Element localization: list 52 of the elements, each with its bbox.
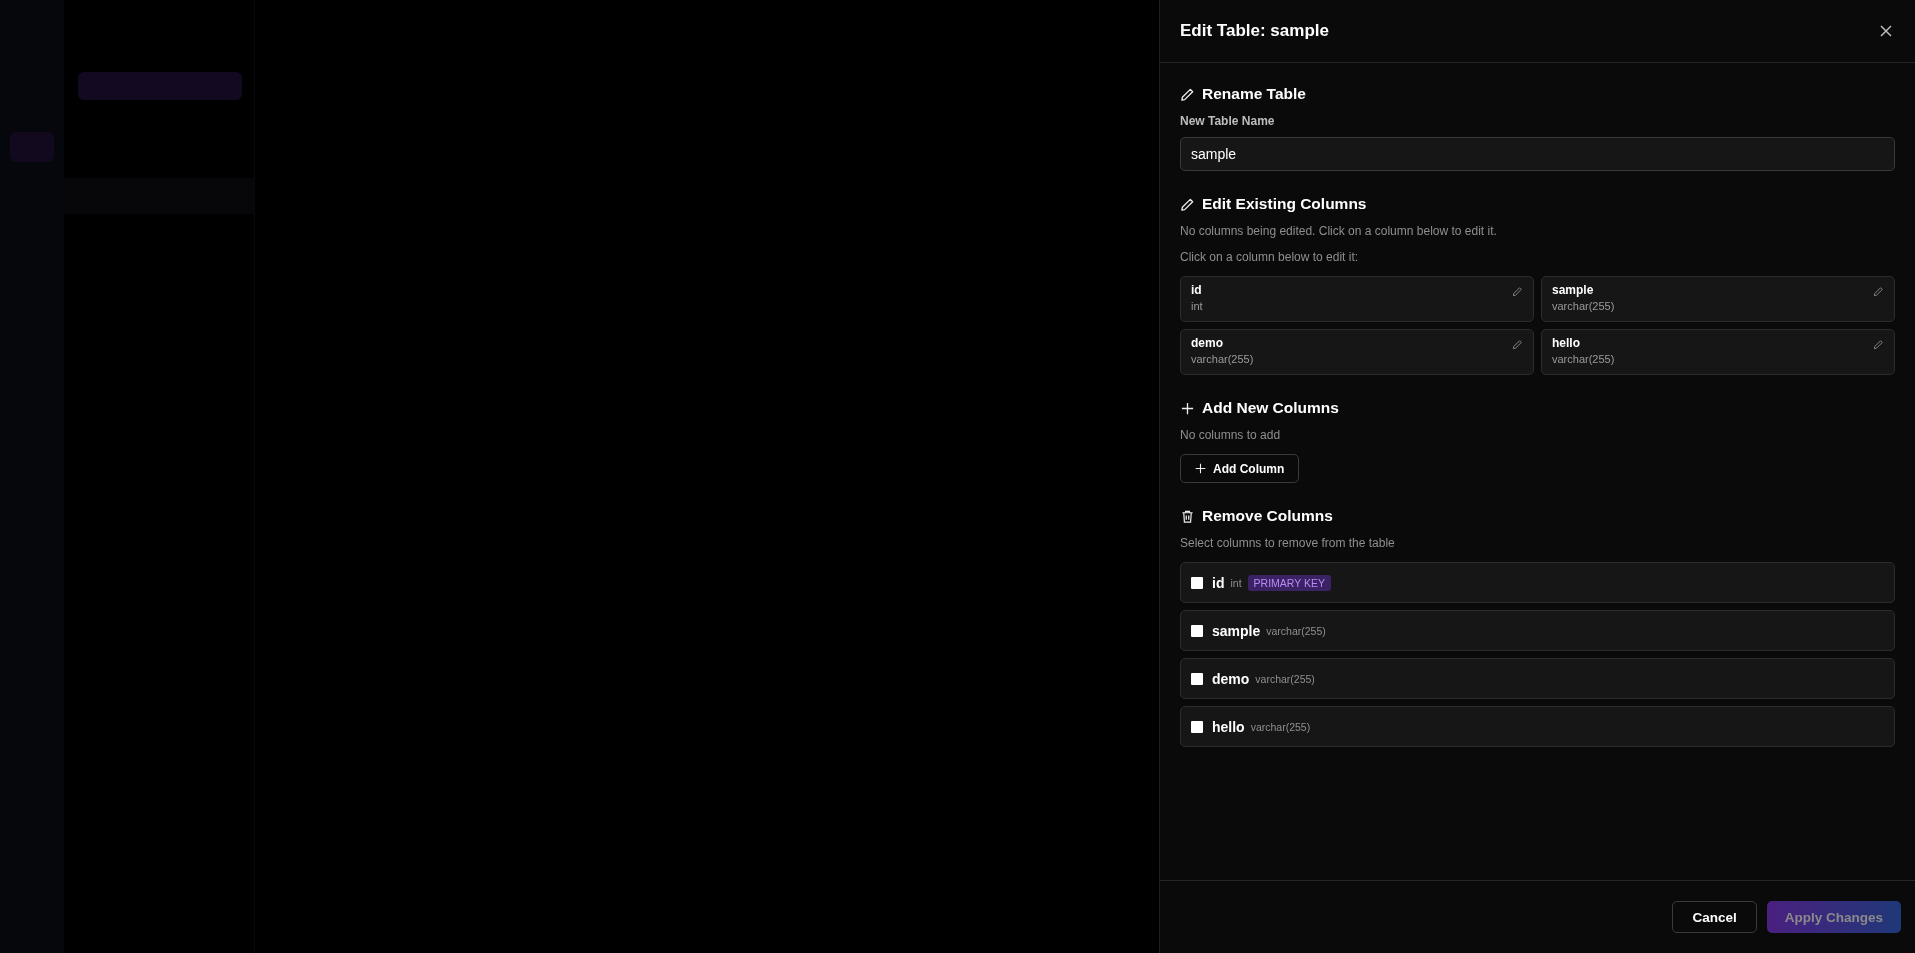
column-name: sample <box>1212 622 1261 639</box>
column-row[interactable]: id int PRIMARY KEY <box>1180 562 1895 603</box>
column-name: demo <box>1191 336 1224 350</box>
column-row[interactable]: demo varchar(255) <box>1180 658 1895 699</box>
column-card[interactable]: demo varchar(255) <box>1180 329 1534 375</box>
column-card[interactable]: sample varchar(255) <box>1541 276 1895 322</box>
section-heading: Rename Table <box>1202 85 1306 103</box>
section-heading: Edit Existing Columns <box>1202 195 1367 213</box>
pencil-icon <box>1180 86 1195 102</box>
primary-key-badge: PRIMARY KEY <box>1247 574 1331 591</box>
field-label: New Table Name <box>1180 114 1276 128</box>
status-text: No columns to add <box>1180 428 1282 442</box>
column-name: id <box>1191 283 1203 297</box>
column-card[interactable]: hello varchar(255) <box>1541 329 1895 375</box>
column-name: demo <box>1212 670 1250 687</box>
column-type: varchar(255) <box>1255 672 1315 685</box>
column-card[interactable]: id int <box>1180 276 1534 322</box>
column-type: varchar(255) <box>1191 353 1254 365</box>
pencil-icon <box>1512 286 1523 297</box>
checkbox[interactable] <box>1191 624 1203 637</box>
close-icon <box>1879 24 1893 38</box>
column-type: varchar(255) <box>1266 624 1326 637</box>
plus-icon <box>1180 400 1195 416</box>
hint-text: Click on a column below to edit it: <box>1180 250 1360 264</box>
table-name-field[interactable]: sample <box>1180 137 1895 171</box>
column-name: hello <box>1552 336 1581 350</box>
column-name: hello <box>1212 718 1245 735</box>
column-type: varchar(255) <box>1250 720 1311 733</box>
section-heading: Remove Columns <box>1202 507 1333 525</box>
pencil-icon <box>1873 339 1884 350</box>
cancel-button[interactable]: Cancel <box>1672 901 1757 933</box>
plus-icon <box>1195 463 1206 474</box>
trash-icon <box>1180 508 1195 524</box>
hint-text: Select columns to remove from the table <box>1180 536 1396 550</box>
checkbox[interactable] <box>1191 576 1203 589</box>
pencil-icon <box>1873 286 1884 297</box>
column-row[interactable]: sample varchar(255) <box>1180 610 1895 651</box>
pencil-icon <box>1180 196 1195 212</box>
checkbox[interactable] <box>1191 720 1203 733</box>
column-type: varchar(255) <box>1552 300 1615 312</box>
column-name: sample <box>1552 283 1595 297</box>
column-type: int <box>1230 576 1242 589</box>
add-column-button[interactable]: Add Column <box>1180 454 1300 483</box>
panel-title: Edit Table: sample <box>1180 21 1329 41</box>
pencil-icon <box>1512 339 1523 350</box>
section-heading: Add New Columns <box>1202 399 1339 417</box>
column-name: id <box>1212 574 1225 591</box>
column-type: int <box>1191 300 1203 312</box>
status-text: No columns being edited. Click on a column below to edit it. <box>1180 224 1498 238</box>
column-type: varchar(255) <box>1552 353 1615 365</box>
checkbox[interactable] <box>1191 672 1203 685</box>
column-row[interactable]: hello varchar(255) <box>1180 706 1895 747</box>
